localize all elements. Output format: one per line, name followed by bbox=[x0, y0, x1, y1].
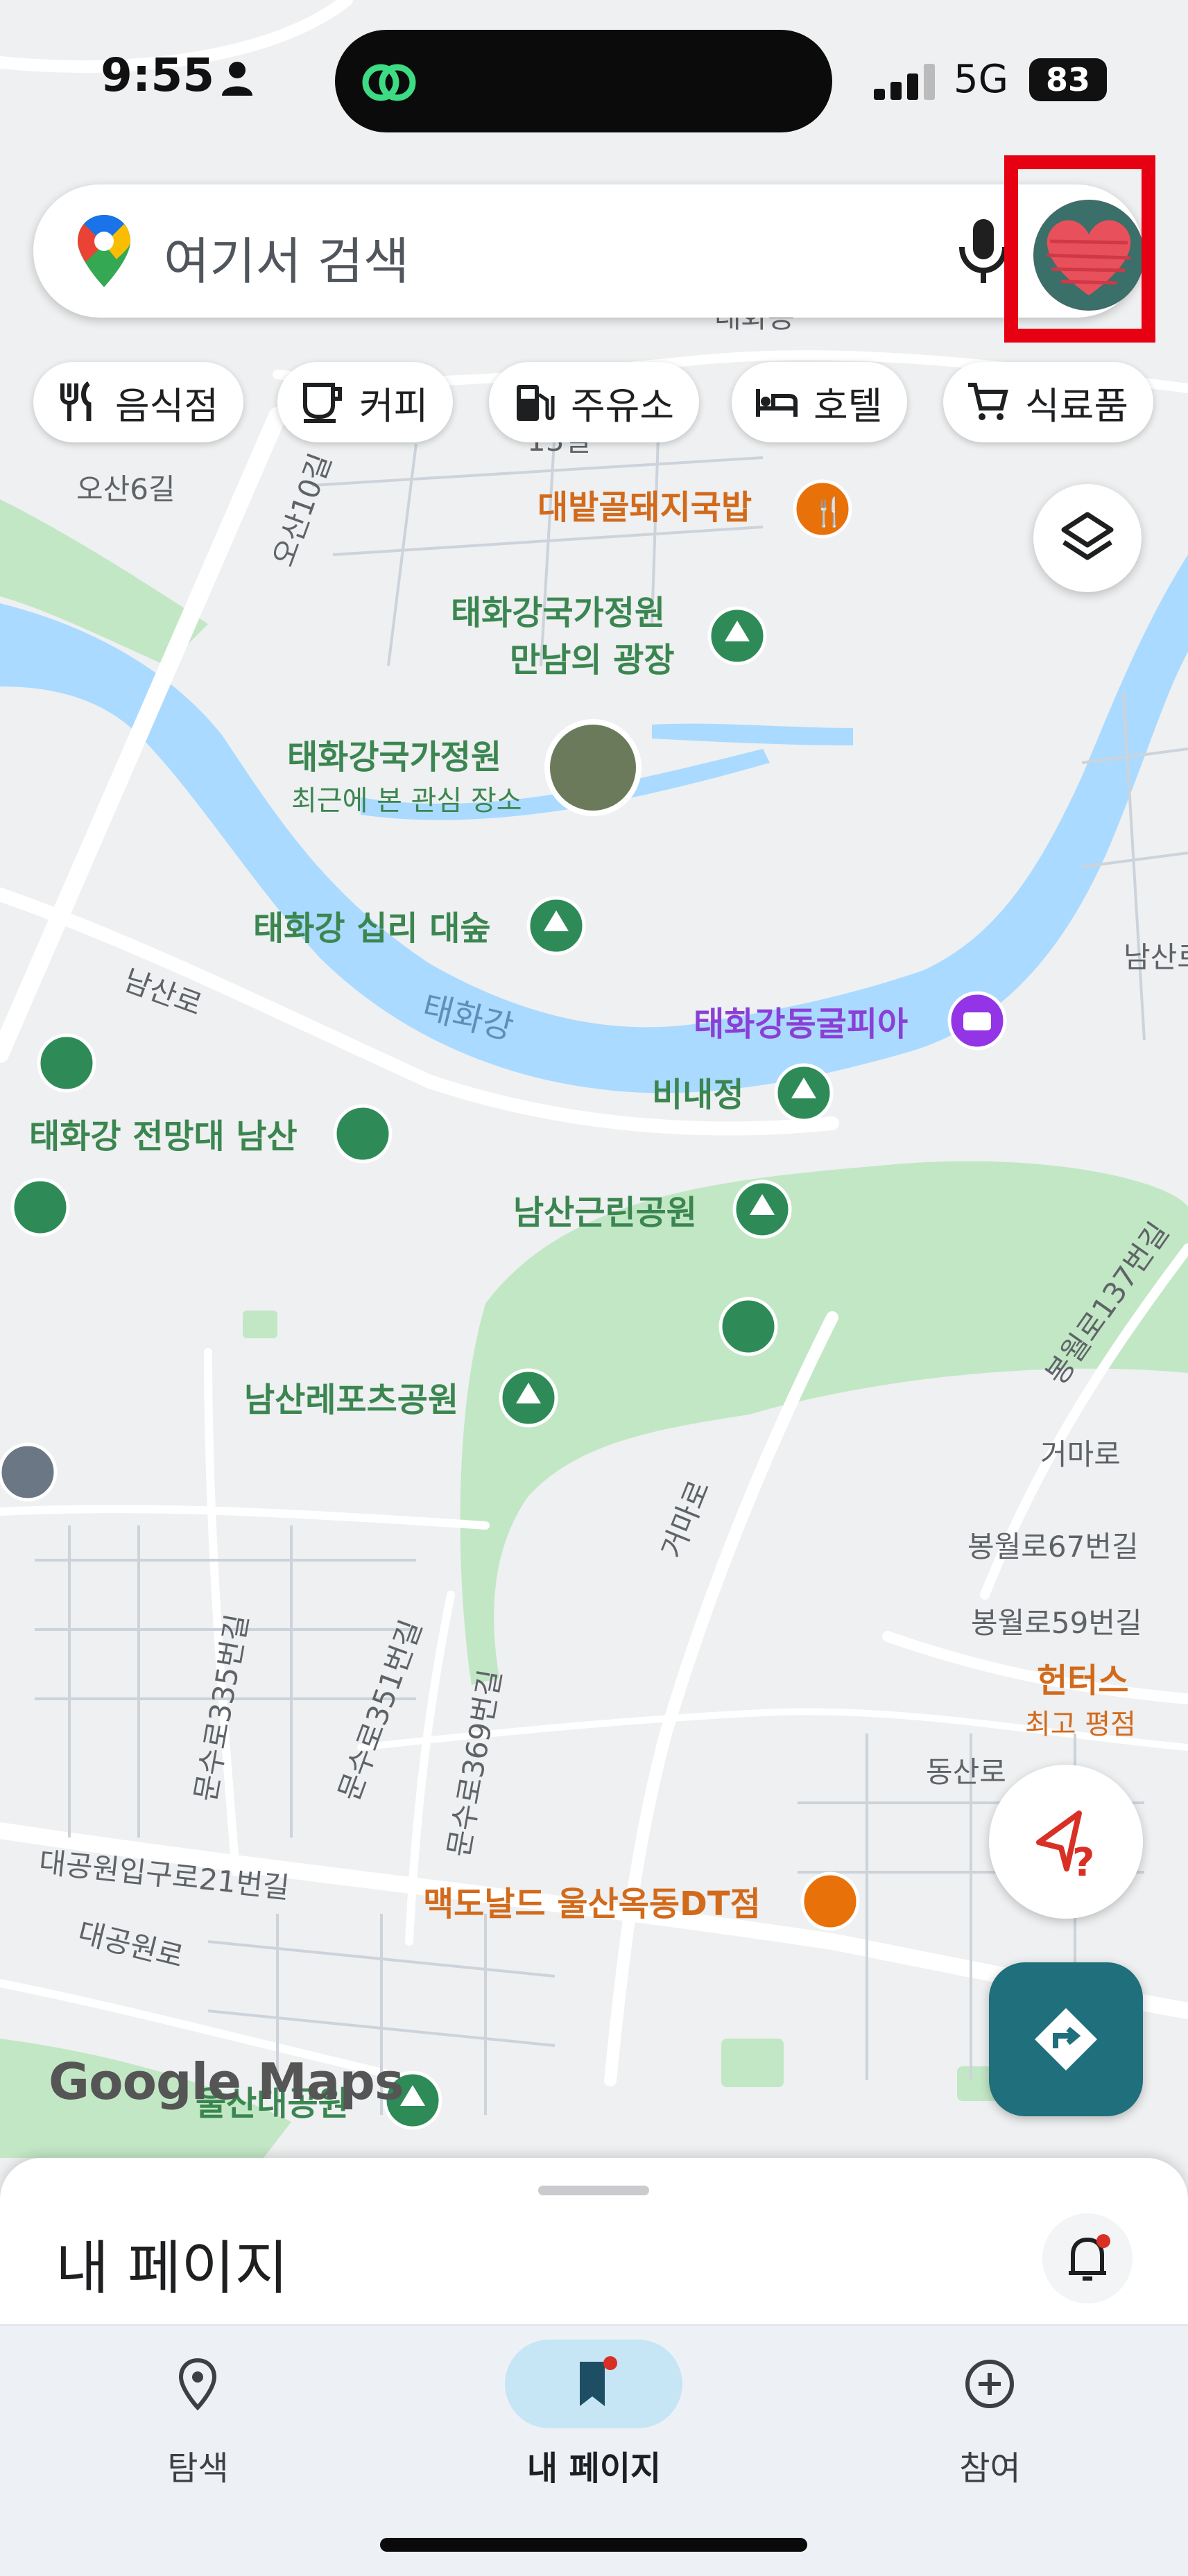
layers-icon bbox=[1061, 512, 1114, 560]
directions-icon bbox=[1035, 2008, 1097, 2071]
add-circle-icon bbox=[965, 2360, 1014, 2408]
chip-hotels[interactable]: 호텔 bbox=[732, 362, 908, 442]
dynamic-island bbox=[335, 30, 832, 132]
utensils-icon bbox=[60, 381, 92, 421]
annotation-highlight-box bbox=[1004, 155, 1155, 343]
chip-label: 식료품 bbox=[1025, 383, 1129, 428]
navigation-question-icon: ? bbox=[1036, 1810, 1094, 1885]
bookmark-icon bbox=[580, 2356, 617, 2406]
status-time: 9:55 bbox=[101, 49, 215, 102]
notifications-button[interactable] bbox=[1042, 2213, 1133, 2303]
nav-item-contribute[interactable]: 참여 bbox=[792, 2326, 1188, 2506]
bell-icon bbox=[1069, 2234, 1110, 2281]
search-input[interactable]: 여기서 검색 bbox=[164, 221, 409, 293]
explore-pin-icon bbox=[178, 2358, 217, 2411]
sheet-drag-handle[interactable] bbox=[538, 2186, 649, 2195]
nav-icon-container bbox=[505, 2340, 682, 2428]
nav-label: 탐색 bbox=[167, 2449, 229, 2488]
network-label: 5G bbox=[954, 57, 1009, 102]
bottom-sheet[interactable]: 내 페이지 bbox=[0, 2158, 1188, 2324]
search-bar[interactable]: 여기서 검색 bbox=[33, 184, 1143, 318]
gas-station-icon bbox=[517, 385, 555, 421]
battery-icon: 83 bbox=[1029, 58, 1107, 101]
coffee-icon bbox=[303, 383, 342, 423]
chip-gas-stations[interactable]: 주유소 bbox=[489, 362, 700, 442]
nav-label: 내 페이지 bbox=[526, 2449, 662, 2488]
bed-icon bbox=[756, 389, 798, 417]
sheet-title: 내 페이지 bbox=[55, 2234, 289, 2302]
report-location-button[interactable]: ? bbox=[989, 1765, 1143, 1919]
cart-icon bbox=[968, 383, 1008, 420]
chip-label: 커피 bbox=[359, 383, 429, 428]
signal-icon bbox=[874, 64, 935, 100]
nav-item-my-page[interactable]: 내 페이지 bbox=[396, 2326, 792, 2506]
home-indicator[interactable] bbox=[380, 2538, 807, 2552]
person-icon bbox=[222, 62, 252, 96]
link-icon bbox=[362, 64, 416, 101]
status-bar: 9:55 5G 83 bbox=[0, 0, 1188, 159]
nav-icon-container bbox=[109, 2340, 286, 2428]
google-maps-pin-icon bbox=[78, 215, 130, 287]
layers-button[interactable] bbox=[1033, 484, 1142, 592]
chip-groceries[interactable]: 식료품 bbox=[943, 362, 1154, 442]
chip-label: 주유소 bbox=[571, 383, 675, 428]
google-maps-logo: Google Maps bbox=[49, 2052, 404, 2111]
directions-button[interactable] bbox=[989, 1962, 1143, 2116]
chip-label: 호텔 bbox=[813, 383, 883, 428]
chip-restaurants[interactable]: 음식점 bbox=[33, 362, 244, 442]
nav-icon-container bbox=[901, 2340, 1078, 2428]
chip-label: 음식점 bbox=[115, 383, 219, 428]
nav-item-explore[interactable]: 탐색 bbox=[0, 2326, 396, 2506]
svg-text:?: ? bbox=[1072, 1840, 1094, 1885]
nav-label: 참여 bbox=[959, 2449, 1021, 2488]
chip-coffee[interactable]: 커피 bbox=[277, 362, 454, 442]
